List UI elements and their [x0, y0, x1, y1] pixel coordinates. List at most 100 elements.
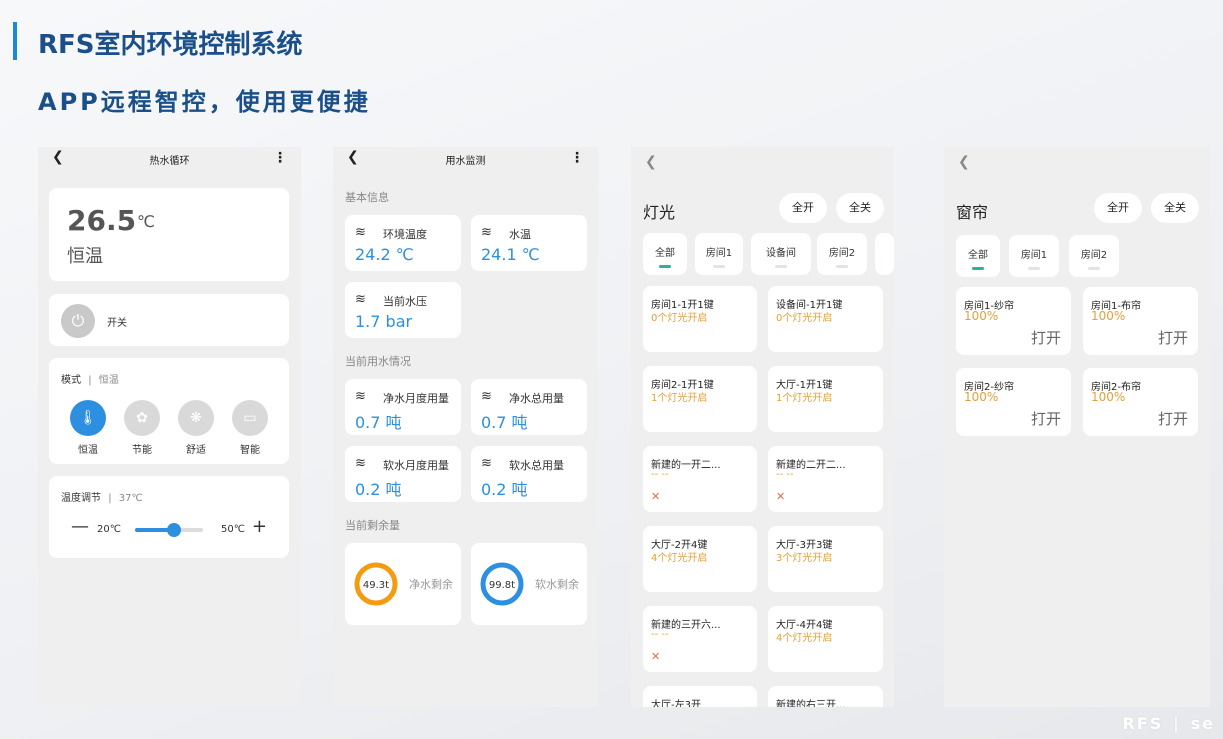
water-temp-card: ≋ 水温 24.1 ℃: [471, 215, 587, 271]
soft-remain-card: 99.8t 软水剩余: [471, 543, 587, 625]
phone-curtains: ❮ 窗帘 全开 全关 全部 房间1 房间2 房间1-纱帘 100% 打开 房间1…: [944, 147, 1210, 707]
wind-icon: ≋: [355, 456, 366, 471]
more-icon[interactable]: ⋮: [273, 150, 287, 166]
light-device-card[interactable]: 大厅-4开4键 4个灯光开启: [768, 606, 883, 672]
wind-icon: ≋: [481, 225, 492, 240]
soft-remain-value: 99.8t: [489, 580, 515, 591]
tab-room1[interactable]: 房间1: [1009, 235, 1059, 277]
title-accent-bar: [13, 22, 17, 60]
top-bar: ❮ 热水循环 ⋮: [38, 147, 301, 171]
mode-comfort[interactable]: ❋ 舒适: [176, 400, 216, 456]
page-subtitle: APP远程智控，使用更便捷: [38, 88, 371, 116]
wind-icon: ≋: [481, 456, 492, 471]
open-button[interactable]: 打开: [1158, 408, 1188, 429]
screen-title: 灯光: [643, 203, 676, 222]
all-on-button[interactable]: 全开: [779, 193, 827, 223]
light-device-card[interactable]: 新建的二开二... -- -- ✕: [768, 446, 883, 512]
all-off-button[interactable]: 全关: [1151, 193, 1199, 223]
light-device-card[interactable]: 房间2-1开1键 1个灯光开启: [643, 366, 757, 432]
mode-smart[interactable]: ▭ 智能: [230, 400, 270, 456]
open-button[interactable]: 打开: [1031, 408, 1061, 429]
tab-room2[interactable]: 房间2: [1069, 235, 1119, 277]
leaf-icon: ✿: [124, 400, 160, 436]
screen-title: 窗帘: [956, 203, 989, 222]
power-label: 开关: [107, 318, 127, 329]
light-device-card[interactable]: 房间1-1开1键 0个灯光开启: [643, 286, 757, 352]
soft-total-card: ≋ 软水总用量 0.2 吨: [471, 446, 587, 502]
temp-unit: ℃: [137, 212, 155, 231]
back-chevron-icon[interactable]: ❮: [958, 154, 970, 170]
offline-icon: ✕: [651, 650, 661, 663]
temperature-card: 26.5 ℃ 恒温: [49, 188, 289, 281]
wind-icon: ≋: [355, 292, 366, 307]
mode-constant-temp[interactable]: 🌡 恒温: [68, 400, 108, 456]
pure-remain-value: 49.3t: [363, 580, 389, 591]
power-icon[interactable]: ⏻: [61, 304, 95, 338]
slider-thumb[interactable]: [166, 523, 181, 537]
light-device-card[interactable]: 大厅-2开4键 4个灯光开启: [643, 526, 757, 592]
wind-icon: ≋: [481, 389, 492, 404]
mode-card: 模式 | 恒温 🌡 恒温 ✿ 节能 ❋ 舒适 ▭ 智能: [49, 358, 289, 464]
curtain-card[interactable]: 房间1-布帘 100% 打开: [1083, 287, 1198, 355]
open-button[interactable]: 打开: [1031, 327, 1061, 348]
light-device-card[interactable]: 大厅-1开1键 1个灯光开启: [768, 366, 883, 432]
tab-room1[interactable]: 房间1: [695, 233, 743, 275]
mode-header: 模式 | 恒温: [61, 375, 119, 386]
light-device-card[interactable]: 设备间-1开1键 0个灯光开启: [768, 286, 883, 352]
pure-remain-ring: 49.3t: [354, 562, 398, 606]
phone-water-monitor: ❮ 用水监测 ⋮ 基本信息 ≋ 环境温度 24.2 ℃ ≋ 水温 24.1 ℃ …: [333, 147, 598, 707]
power-card: ⏻ 开关: [49, 294, 289, 346]
light-device-card[interactable]: 新建的三开六... -- -- ✕: [643, 606, 757, 672]
pure-remain-card: 49.3t 净水剩余: [345, 543, 461, 625]
screen-title: 用水监测: [445, 156, 486, 167]
pure-month-card: ≋ 净水月度用量 0.7 吨: [345, 379, 461, 435]
temperature-slider[interactable]: [135, 523, 203, 537]
screen-title: 热水循环: [149, 156, 190, 167]
temp-value: 26.5: [67, 204, 137, 237]
tab-more-partial[interactable]: [875, 233, 894, 275]
light-device-card[interactable]: 大厅-左3开: [643, 686, 757, 707]
offline-icon: ✕: [776, 490, 786, 503]
tab-room2[interactable]: 房间2: [817, 233, 867, 275]
soft-remain-label: 软水剩余: [535, 578, 579, 591]
temp-mode: 恒温: [67, 246, 103, 267]
max-temp-label: 50℃: [221, 524, 245, 535]
mode-energy-save[interactable]: ✿ 节能: [122, 400, 162, 456]
page-title: RFS室内环境控制系统: [38, 30, 303, 60]
back-chevron-icon[interactable]: ❮: [645, 154, 657, 170]
tab-equipment-room[interactable]: 设备间: [751, 233, 811, 275]
curtain-card[interactable]: 房间1-纱帘 100% 打开: [956, 287, 1071, 355]
all-on-button[interactable]: 全开: [1094, 193, 1142, 223]
footer-brand: RFS | se: [1122, 714, 1215, 733]
curtain-card[interactable]: 房间2-纱帘 100% 打开: [956, 368, 1071, 436]
pure-total-card: ≋ 净水总用量 0.7 吨: [471, 379, 587, 435]
curtain-card[interactable]: 房间2-布帘 100% 打开: [1083, 368, 1198, 436]
section-usage: 当前用水情况: [345, 355, 411, 368]
offline-icon: ✕: [651, 490, 661, 503]
decrease-button[interactable]: —: [71, 516, 89, 537]
phone-lights: ❮ 灯光 全开 全关 全部 房间1 设备间 房间2 房间1-1开1键 0个灯光开启…: [631, 147, 894, 707]
tab-all[interactable]: 全部: [643, 233, 687, 275]
wind-icon: ≋: [355, 389, 366, 404]
increase-button[interactable]: +: [252, 516, 267, 537]
open-button[interactable]: 打开: [1158, 327, 1188, 348]
tab-all[interactable]: 全部: [956, 235, 1000, 277]
smart-icon: ▭: [232, 400, 268, 436]
adjust-header: 温度调节 | 37℃: [61, 493, 143, 504]
more-icon[interactable]: ⋮: [570, 150, 584, 166]
top-bar: ❮: [631, 147, 894, 171]
all-off-button[interactable]: 全关: [836, 193, 884, 223]
top-bar: ❮ 用水监测 ⋮: [333, 147, 598, 171]
top-bar: ❮: [944, 147, 1210, 171]
water-pressure-card: ≋ 当前水压 1.7 bar: [345, 282, 461, 338]
section-basic-info: 基本信息: [345, 191, 389, 204]
light-device-card[interactable]: 新建的一开二... -- -- ✕: [643, 446, 757, 512]
light-device-card[interactable]: 新建的右三开...: [768, 686, 883, 707]
soft-month-card: ≋ 软水月度用量 0.2 吨: [345, 446, 461, 502]
light-device-card[interactable]: 大厅-3开3键 3个灯光开启: [768, 526, 883, 592]
thermometer-icon: 🌡: [70, 400, 106, 436]
section-remain: 当前剩余量: [345, 519, 400, 532]
soft-remain-ring: 99.8t: [480, 562, 524, 606]
fan-icon: ❋: [178, 400, 214, 436]
temperature-adjust-card: 温度调节 | 37℃ — 20℃ 50℃ +: [49, 476, 289, 558]
